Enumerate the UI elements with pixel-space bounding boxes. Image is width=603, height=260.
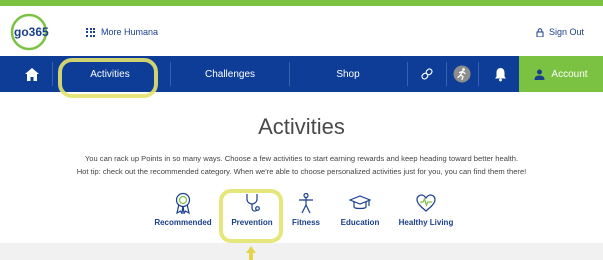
prevention-highlight-annotation xyxy=(219,189,283,243)
tab-education[interactable]: Education xyxy=(336,192,384,240)
nav-divider xyxy=(52,62,53,86)
nav-challenges[interactable]: Challenges xyxy=(172,56,288,92)
runner-icon xyxy=(453,65,471,83)
tab-fitness-label: Fitness xyxy=(291,218,320,227)
lock-icon xyxy=(536,27,544,37)
page-description-line1: You can rack up Points in so many ways. … xyxy=(84,154,519,163)
nav-shop[interactable]: Shop xyxy=(290,56,406,92)
account-button[interactable]: Account xyxy=(519,56,603,92)
activities-highlight-annotation xyxy=(58,58,158,98)
pointer-arrow-stem xyxy=(249,252,253,260)
logo-text: go365 xyxy=(14,25,49,39)
go365-logo[interactable]: go365 xyxy=(10,13,58,51)
home-button[interactable] xyxy=(16,56,48,92)
top-header: go365 More Humana Sign Out xyxy=(0,6,603,56)
award-ribbon-icon xyxy=(175,192,191,214)
more-humana-label: More Humana xyxy=(101,27,159,37)
nav-divider xyxy=(446,62,447,86)
page-description-line2: Hot tip: check out the recommended categ… xyxy=(76,167,527,176)
more-humana-link[interactable]: More Humana xyxy=(86,24,158,40)
sign-out-label: Sign Out xyxy=(549,27,585,37)
runner-button[interactable] xyxy=(449,56,475,92)
grid-icon xyxy=(86,27,95,37)
notifications-button[interactable] xyxy=(488,56,512,92)
tab-fitness[interactable]: Fitness xyxy=(287,192,325,240)
tab-healthy-living[interactable]: Healthy Living xyxy=(392,192,460,240)
page-title: Activities xyxy=(258,114,345,139)
link-icon xyxy=(421,68,433,80)
tab-recommended-label: Recommended xyxy=(154,218,212,227)
bell-icon xyxy=(494,67,506,81)
graduation-cap-icon xyxy=(349,195,371,210)
category-tabs: Recommended Prevention Fitness Education… xyxy=(150,192,460,240)
heart-pulse-icon xyxy=(416,194,436,212)
sign-out-link[interactable]: Sign Out xyxy=(536,24,584,40)
link-button[interactable] xyxy=(410,56,444,92)
account-label: Account xyxy=(551,68,588,80)
nav-divider xyxy=(407,62,408,86)
nav-divider xyxy=(170,62,171,86)
content-band xyxy=(0,243,603,260)
nav-divider xyxy=(478,62,479,86)
fitness-person-icon xyxy=(299,192,313,214)
home-icon xyxy=(25,67,39,81)
user-icon xyxy=(534,69,545,80)
tab-recommended[interactable]: Recommended xyxy=(150,192,216,240)
tab-healthy-living-label: Healthy Living xyxy=(398,218,454,227)
tab-education-label: Education xyxy=(340,218,380,227)
